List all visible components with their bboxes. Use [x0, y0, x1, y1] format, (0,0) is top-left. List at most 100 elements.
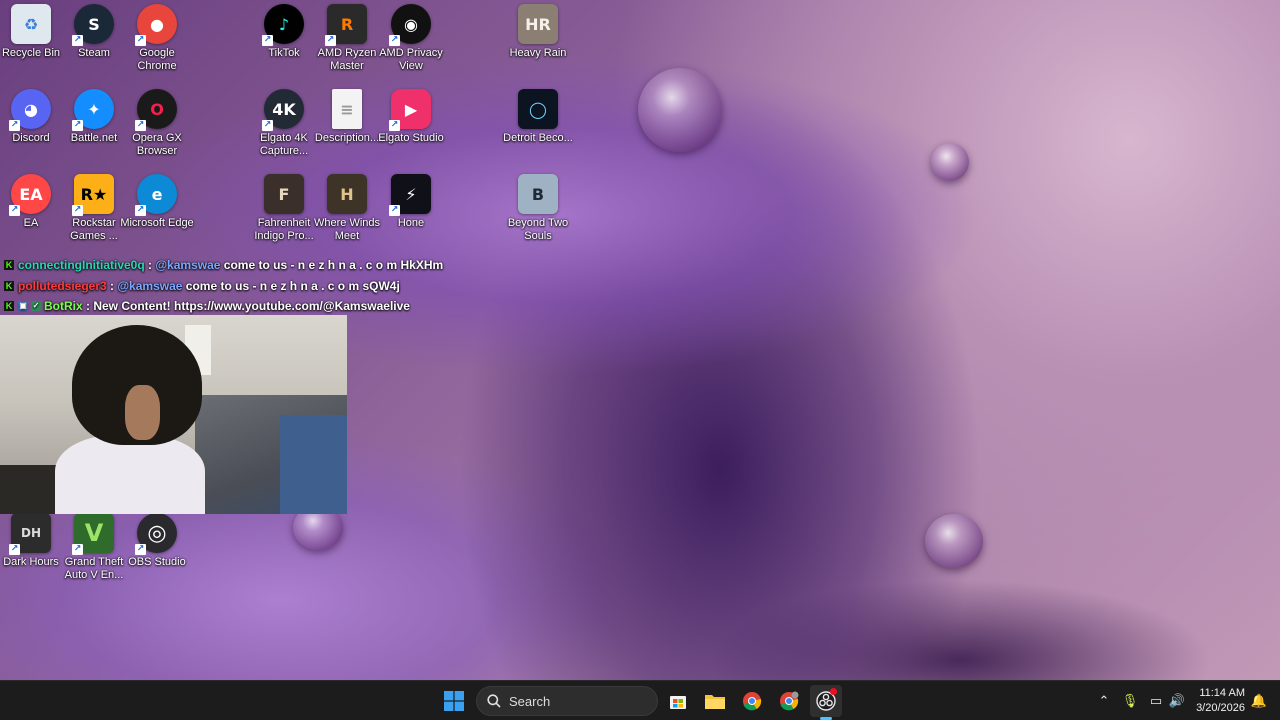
chat-username: pollutedsieger3 — [18, 278, 107, 293]
shortcut-arrow-icon: ↗ — [325, 35, 336, 46]
taskbar-microsoft-store[interactable] — [662, 685, 694, 717]
windows-logo-icon — [444, 691, 464, 711]
clock-time: 11:14 AM — [1199, 687, 1245, 699]
shortcut-arrow-icon: ↗ — [389, 35, 400, 46]
start-button[interactable] — [438, 685, 470, 717]
chat-separator: : — [144, 258, 156, 273]
chrome-icon: ● ↗ — [135, 4, 177, 46]
recording-indicator-icon — [830, 688, 837, 695]
desktop-icon-beyond-two-souls[interactable]: B Beyond Two Souls — [502, 174, 574, 250]
icon-glyph: DH — [20, 526, 41, 540]
bot-badge-icon: ▣ — [18, 301, 28, 312]
tiktok-icon: ♪ ↗ — [262, 4, 304, 46]
icon-label: Heavy Rain — [509, 47, 567, 59]
search-label: Search — [509, 693, 551, 709]
chat-text: New Content! https://www.youtube.com/@Ka… — [93, 299, 410, 314]
chat-username: BotRix — [44, 299, 83, 314]
desktop-icon-gta-v[interactable]: V ↗ Grand Theft Auto V En... — [58, 513, 130, 589]
chrome-icon — [743, 692, 762, 711]
discord-icon: ◕ ↗ — [9, 89, 51, 131]
chat-separator: : — [106, 278, 118, 293]
shortcut-arrow-icon: ↗ — [389, 205, 400, 216]
desktop-icon-elgato-studio[interactable]: ▶ ↗ Elgato Studio — [375, 89, 447, 165]
shortcut-arrow-icon: ↗ — [9, 205, 20, 216]
hone-icon: ⚡ ↗ — [389, 174, 431, 216]
icon-glyph: ● — [150, 14, 164, 34]
search-icon — [487, 694, 501, 708]
desktop-icon-description-file[interactable]: ≡ Description... — [311, 89, 383, 165]
stream-chat-overlay: K connectingInitiative0q : @kamswae come… — [0, 255, 450, 317]
desktop-icon-opera-gx[interactable]: O ↗ Opera GX Browser — [121, 89, 193, 165]
shortcut-arrow-icon: ↗ — [262, 120, 273, 131]
desktop-icon-discord[interactable]: ◕ ↗ Discord — [0, 89, 67, 165]
icon-glyph: O — [150, 99, 164, 119]
taskbar-obs-studio[interactable] — [810, 685, 842, 717]
shortcut-arrow-icon: ↗ — [72, 35, 83, 46]
webcam-chair — [0, 465, 60, 514]
icon-glyph: V — [84, 519, 104, 547]
icon-glyph: B — [531, 184, 545, 204]
chrome-profile-icon — [780, 691, 799, 711]
icon-glyph: EA — [19, 184, 43, 204]
icon-label: Elgato Studio — [378, 132, 444, 144]
taskbar-google-chrome[interactable] — [736, 685, 768, 717]
desktop-icon-heavy-rain[interactable]: HR Heavy Rain — [502, 4, 574, 80]
ea-icon: EA ↗ — [9, 174, 51, 216]
clock-date: 3/20/2026 — [1196, 702, 1245, 714]
icon-glyph: HR — [525, 14, 551, 34]
taskbar: Search ⌃ 🎙 ▭ 🔊 11:14 AM 3/20/2026 🔔 — [0, 680, 1280, 720]
chat-mention: @kamswae — [155, 258, 221, 273]
ryzen-master-icon: R ↗ — [325, 4, 367, 46]
microphone-icon[interactable]: 🎙 — [1121, 691, 1139, 711]
icon-glyph: ◎ — [147, 520, 167, 546]
show-hidden-icons-chevron-icon[interactable]: ⌃ — [1095, 691, 1113, 711]
battlenet-icon: ✦ ↗ — [72, 89, 114, 131]
icon-glyph: ◯ — [529, 99, 547, 119]
elgato-studio-icon: ▶ ↗ — [389, 89, 431, 131]
shortcut-arrow-icon: ↗ — [135, 120, 146, 131]
desktop-icon-amd-privacy-view[interactable]: ◉ ↗ AMD Privacy View — [375, 4, 447, 80]
icon-glyph: ♪ — [278, 14, 290, 34]
rockstar-icon: R★ ↗ — [72, 174, 114, 216]
desktop-icon-microsoft-edge[interactable]: e ↗ Microsoft Edge — [120, 174, 194, 250]
taskbar-clock[interactable]: 11:14 AM 3/20/2026 — [1190, 686, 1245, 716]
network-icon[interactable]: ▭ — [1147, 691, 1165, 711]
webcam-person-shirt — [55, 435, 205, 514]
shortcut-arrow-icon: ↗ — [389, 120, 400, 131]
taskbar-search[interactable]: Search — [476, 686, 658, 716]
shortcut-arrow-icon: ↗ — [262, 35, 273, 46]
taskbar-chrome-profile[interactable] — [773, 685, 805, 717]
icon-label: OBS Studio — [128, 556, 186, 568]
icon-glyph: F — [278, 184, 290, 204]
desktop-icon-elgato-4k-capture[interactable]: 4K ↗ Elgato 4K Capture... — [248, 89, 320, 165]
notifications-bell-icon[interactable]: 🔔 — [1250, 691, 1268, 711]
icon-label: Detroit Beco... — [503, 132, 573, 144]
shortcut-arrow-icon: ↗ — [72, 205, 83, 216]
opera-gx-icon: O ↗ — [135, 89, 177, 131]
steam-icon: S ↗ — [72, 4, 114, 46]
icon-glyph: S — [88, 14, 100, 34]
gta-v-icon: V ↗ — [72, 513, 114, 555]
desktop-icon-rockstar-games[interactable]: R★ ↗ Rockstar Games ... — [58, 174, 130, 250]
icon-glyph: ♻ — [23, 14, 39, 34]
desktop-icon-where-winds-meet[interactable]: H Where Winds Meet — [311, 174, 383, 250]
microsoft-store-icon — [670, 696, 686, 709]
webcam-overlay — [0, 315, 347, 514]
icon-label: Microsoft Edge — [120, 217, 194, 229]
desktop-icon-obs-studio[interactable]: ◎ ↗ OBS Studio — [121, 513, 193, 589]
chat-message: K ▣ ✓ BotRix : New Content! https://www.… — [0, 296, 450, 317]
desktop-icon-detroit[interactable]: ◯ Detroit Beco... — [502, 89, 574, 165]
taskbar-file-explorer[interactable] — [699, 685, 731, 717]
desktop-icon-google-chrome[interactable]: ● ↗ Google Chrome — [121, 4, 193, 80]
shortcut-arrow-icon: ↗ — [9, 544, 20, 555]
wallpaper-bubble — [925, 514, 983, 568]
icon-glyph: ▶ — [404, 99, 418, 119]
edge-icon: e ↗ — [135, 174, 177, 216]
desktop-icon-recycle-bin[interactable]: ♻ Recycle Bin — [0, 4, 67, 80]
chat-message: K connectingInitiative0q : @kamswae come… — [0, 255, 450, 276]
shortcut-arrow-icon: ↗ — [135, 544, 146, 555]
icon-glyph: R — [340, 14, 354, 34]
recycle-bin-icon: ♻ — [11, 4, 51, 44]
desktop-icon-hone[interactable]: ⚡ ↗ Hone — [375, 174, 447, 250]
volume-icon[interactable]: 🔊 — [1168, 691, 1186, 711]
